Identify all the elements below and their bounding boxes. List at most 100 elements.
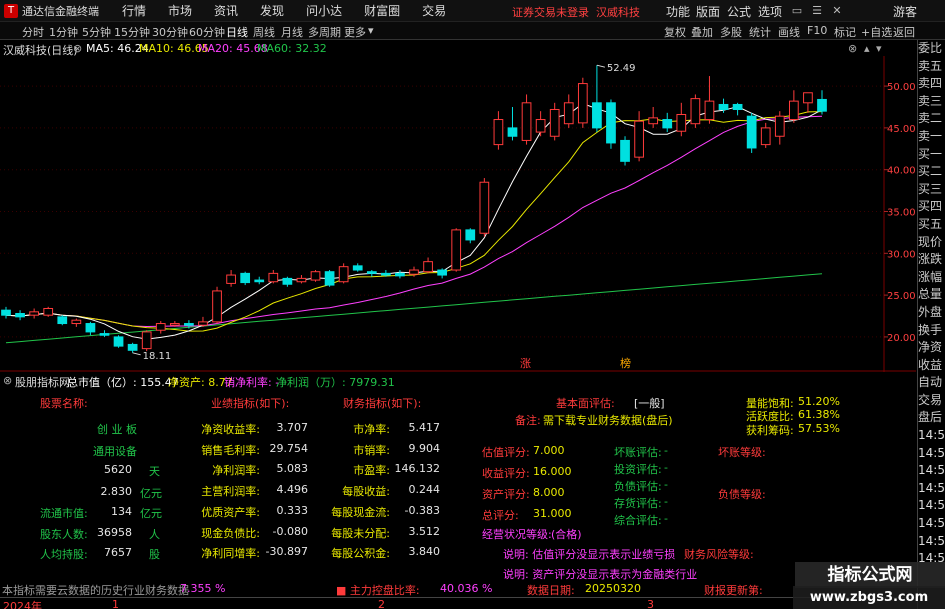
period-30m[interactable]: 30分钟 [152, 24, 188, 40]
period-multi[interactable]: 多周期 [308, 24, 341, 40]
net-margin: 销净利率: - [224, 376, 280, 389]
score-key: 总评分: [482, 509, 519, 522]
candle-down [381, 272, 391, 276]
fin-risk: 财务风险等级: [684, 548, 754, 561]
period-5m[interactable]: 5分钟 [82, 24, 111, 40]
side-item: 委比 [918, 41, 943, 55]
candle-up [493, 119, 504, 146]
candle-down [718, 103, 729, 110]
score-key: 资产评分: [482, 488, 530, 501]
candle-up [71, 319, 82, 325]
ma60-label: MA60: 32.32 [257, 42, 327, 55]
col3-key: 市销率: [353, 443, 390, 457]
period-1m[interactable]: 1分钟 [49, 24, 78, 40]
btn-mark[interactable]: 标记 [834, 24, 856, 40]
col2-key: 净利润率: [212, 464, 260, 478]
candle-down [592, 102, 602, 129]
avg-unit: 股 [149, 548, 160, 561]
candle-up [268, 272, 279, 283]
candle-down [324, 271, 335, 286]
candle-down [240, 272, 251, 284]
chart-close-icon[interactable]: ⊗ [848, 42, 857, 55]
period-tick[interactable]: 分时 [22, 24, 44, 40]
btn-multi-stock[interactable]: 多股 [720, 24, 742, 40]
activity-value: 61.38% [798, 408, 840, 421]
col3-header: 财务指标(如下): [343, 397, 422, 410]
col2-value: -30.897 [265, 545, 308, 559]
chart-settings-icon[interactable]: ⊗ [73, 42, 82, 55]
menu-ask[interactable]: 问小达 [306, 2, 342, 19]
col3-value: 0.244 [408, 483, 441, 497]
side-item: 买四 [918, 199, 943, 214]
eval-value: - [664, 495, 668, 508]
menu-market[interactable]: 行情 [122, 2, 146, 19]
chart-up-icon[interactable]: ▴ [864, 42, 870, 55]
side-item: 14:5 [918, 516, 945, 531]
chevron-down-icon[interactable]: ▾ [368, 24, 374, 37]
menu-discover[interactable]: 发现 [260, 2, 284, 19]
indicator-settings-icon[interactable]: ⊗ [3, 374, 12, 387]
col3-value: 9.904 [408, 441, 441, 455]
window-close-icon[interactable]: ✕ [828, 2, 846, 20]
score-value: 16.000 [533, 465, 572, 478]
period-60m[interactable]: 60分钟 [189, 24, 225, 40]
window-menu-icon[interactable]: ☰ [808, 2, 826, 20]
board: 创 业 板 [97, 423, 137, 436]
candle-up [451, 229, 462, 271]
profit-chip-value: 57.53% [798, 422, 840, 435]
btn-draw[interactable]: 画线 [778, 24, 800, 40]
period-day[interactable]: 日线 [226, 24, 248, 40]
main-ctrl-label: ■ 主力控盘比率: [336, 584, 420, 597]
chart-down-icon[interactable]: ▾ [876, 42, 882, 55]
quote-side-panel: 委比 卖五 卖四 卖三 卖二 卖一 买一 买二 买三 买四 买五 现价 涨跌 涨幅 总量 外盘 换手 净资 收益 自动… [917, 40, 945, 609]
side-item: 净资 [918, 340, 943, 355]
volume-sat-value: 51.20% [798, 395, 840, 408]
eval-value: [一般] [634, 397, 665, 410]
btn-back[interactable]: 返回 [893, 24, 915, 40]
side-item: 14:5 [918, 533, 945, 548]
candle-up [521, 102, 532, 141]
status-value: (合格) [551, 528, 582, 541]
window-restore-icon[interactable]: ▭ [788, 2, 806, 20]
col2-value: 3.707 [276, 421, 309, 434]
menu-layout[interactable]: 版面 [696, 3, 720, 20]
btn-add-watchlist[interactable]: +自选 [861, 24, 892, 40]
menu-news[interactable]: 资讯 [214, 2, 238, 19]
side-item: 14:5 [918, 463, 945, 478]
menu-function[interactable]: 功能 [666, 3, 690, 20]
y-tick-label: 25.00 [887, 291, 916, 302]
status-label: 经营状况等级: [482, 528, 552, 541]
btn-adjust[interactable]: 复权 [664, 24, 686, 40]
period-week[interactable]: 周线 [253, 24, 275, 40]
period-more[interactable]: 更多 [344, 24, 366, 40]
menu-trade[interactable]: 交易 [422, 2, 446, 19]
menu-formula[interactable]: 公式 [727, 3, 751, 20]
period-15m[interactable]: 15分钟 [114, 24, 150, 40]
float-value: 134 [111, 505, 132, 518]
col2-key: 主营利润率: [201, 485, 260, 499]
app-name: 通达信金融终端 [22, 4, 99, 18]
user-guest[interactable]: 游客 [893, 3, 917, 20]
float-unit: 亿元 [140, 507, 162, 520]
menu-options[interactable]: 选项 [758, 3, 782, 20]
ma5-line [5, 103, 823, 340]
eval-key: 存货评估: [614, 497, 662, 510]
net-profit: 净利润（万）: 7979.31 [276, 376, 395, 389]
menu-wealth[interactable]: 财富圈 [364, 2, 400, 19]
col3-key: 每股未分配: [331, 526, 390, 540]
candle-down [254, 279, 265, 283]
side-item: 14:5 [918, 445, 945, 460]
period-month[interactable]: 月线 [281, 24, 303, 40]
candle-down [465, 229, 476, 241]
kline-chart[interactable]: 20.00 25.00 30.00 35.00 40.00 45.00 50.00 52.49… [0, 56, 916, 372]
login-notice[interactable]: 证券交易未登录 汉威科技 [512, 4, 640, 20]
menu-markets[interactable]: 市场 [168, 2, 192, 19]
btn-overlay[interactable]: 叠加 [691, 24, 713, 40]
btn-f10[interactable]: F10 [807, 24, 827, 37]
candle-up [198, 321, 208, 326]
side-item: 总量 [918, 287, 943, 302]
candle-up [690, 98, 701, 125]
btn-stats[interactable]: 统计 [749, 24, 771, 40]
col3-value: 3.512 [408, 524, 441, 538]
col2-key: 现金负债比: [201, 526, 260, 540]
